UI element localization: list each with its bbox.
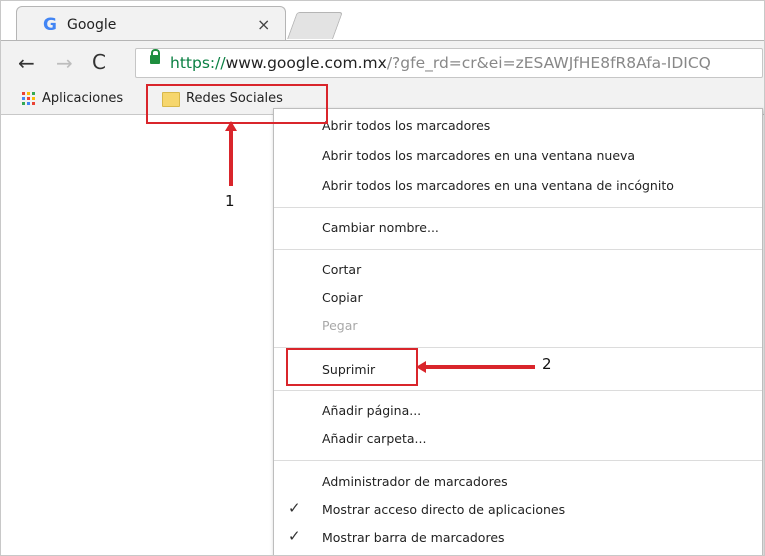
menu-item-rename[interactable]: Cambiar nombre... — [322, 220, 439, 235]
highlight-box-folder — [146, 84, 328, 124]
forward-arrow-icon[interactable]: → — [56, 51, 73, 75]
annotation-label-2: 2 — [542, 355, 552, 373]
new-tab-button[interactable] — [287, 12, 343, 39]
menu-separator — [274, 207, 762, 208]
address-bar[interactable]: https://www.google.com.mx/?gfe_rd=cr&ei=… — [135, 48, 763, 78]
menu-item-show-apps-shortcut[interactable]: Mostrar acceso directo de aplicaciones — [322, 502, 565, 517]
annotation-arrow-2 — [425, 365, 535, 369]
apps-bookmark-label[interactable]: Aplicaciones — [42, 91, 123, 106]
annotation-label-1: 1 — [225, 192, 235, 210]
menu-item-show-bookmarks-bar[interactable]: Mostrar barra de marcadores — [322, 530, 505, 545]
menu-item-bookmark-manager[interactable]: Administrador de marcadores — [322, 474, 508, 489]
close-tab-icon[interactable]: × — [257, 15, 270, 34]
checkmark-icon: ✓ — [288, 499, 301, 517]
menu-separator — [274, 460, 762, 461]
back-arrow-icon[interactable]: ← — [18, 51, 35, 75]
menu-separator — [274, 249, 762, 250]
reload-icon[interactable]: C — [92, 50, 106, 74]
browser-tab[interactable]: G Google × — [16, 6, 286, 41]
highlight-box-delete — [286, 348, 418, 386]
url-text: https://www.google.com.mx/?gfe_rd=cr&ei=… — [170, 54, 711, 72]
tab-strip: G Google × — [0, 0, 765, 41]
menu-separator — [274, 390, 762, 391]
menu-item-open-all-incognito[interactable]: Abrir todos los marcadores en una ventan… — [322, 178, 674, 193]
menu-item-copy[interactable]: Copiar — [322, 290, 363, 305]
lock-icon — [150, 49, 160, 64]
menu-item-add-folder[interactable]: Añadir carpeta... — [322, 431, 426, 446]
toolbar: ← → C https://www.google.com.mx/?gfe_rd=… — [0, 40, 765, 85]
bookmark-context-menu: Abrir todos los marcadores Abrir todos l… — [273, 108, 763, 556]
google-g-icon: G — [43, 15, 57, 35]
annotation-arrow-1 — [229, 130, 233, 186]
url-host: www.google.com.mx — [225, 54, 387, 72]
menu-item-cut[interactable]: Cortar — [322, 262, 361, 277]
checkmark-icon: ✓ — [288, 527, 301, 545]
url-path: /?gfe_rd=cr&ei=zESAWJfHE8fR8Afa-IDICQ — [386, 54, 711, 72]
url-scheme: https:// — [170, 54, 226, 72]
menu-item-open-all[interactable]: Abrir todos los marcadores — [322, 118, 490, 133]
apps-grid-icon[interactable] — [22, 92, 36, 106]
menu-item-paste: Pegar — [322, 318, 358, 333]
menu-item-add-page[interactable]: Añadir página... — [322, 403, 421, 418]
tab-title: Google — [67, 17, 117, 33]
menu-item-open-all-new-window[interactable]: Abrir todos los marcadores en una ventan… — [322, 148, 635, 163]
